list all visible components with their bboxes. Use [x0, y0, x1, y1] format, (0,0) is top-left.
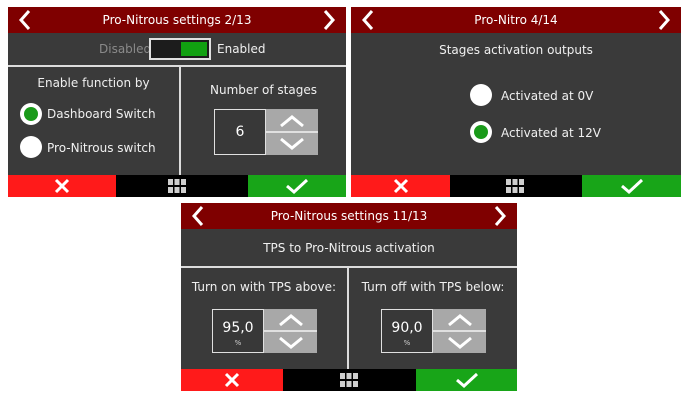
turn-on-increment-button[interactable]	[264, 309, 317, 330]
toggle-off-label: Disabled	[99, 42, 152, 56]
option-label: Activated at 12V	[501, 126, 601, 140]
turn-off-decrement-button[interactable]	[433, 332, 486, 353]
grid-menu-icon	[340, 373, 358, 387]
stages-increment-button[interactable]	[266, 109, 318, 132]
turn-on-value: 95,0	[222, 320, 254, 336]
x-icon	[393, 178, 408, 194]
next-button[interactable]	[316, 8, 340, 32]
x-icon	[54, 178, 70, 194]
turn-on-label: Turn on with TPS above:	[191, 280, 337, 294]
chevron-left-icon	[18, 10, 31, 30]
check-icon	[455, 372, 478, 388]
confirm-button[interactable]	[248, 175, 346, 197]
confirm-button[interactable]	[416, 369, 517, 391]
turn-off-value-box: 90,0 %	[381, 309, 433, 353]
title-bar: Pro-Nitrous settings 2/13	[8, 7, 346, 33]
chevron-down-icon	[447, 336, 472, 349]
prev-button[interactable]	[14, 8, 38, 32]
chevron-up-icon	[278, 313, 303, 326]
confirm-button[interactable]	[582, 175, 681, 197]
bottom-action-bar	[8, 175, 346, 197]
toggle-knob	[181, 42, 207, 56]
stages-heading: Number of stages	[210, 83, 317, 97]
radio-activated-0v[interactable]	[470, 84, 492, 106]
chevron-down-icon	[278, 336, 303, 349]
check-icon	[286, 178, 309, 194]
menu-button[interactable]	[340, 373, 358, 387]
option-label: Pro-Nitrous switch	[47, 141, 156, 155]
stages-value: 6	[235, 124, 245, 140]
chevron-right-icon	[494, 206, 507, 226]
menu-button[interactable]	[506, 179, 524, 193]
grid-menu-icon	[168, 179, 186, 193]
screen-pro-nitro-4: Pro-Nitro 4/14 Stages activation outputs…	[351, 7, 681, 197]
chevron-down-icon	[280, 137, 304, 150]
stages-decrement-button[interactable]	[266, 133, 318, 155]
option-label: Activated at 0V	[501, 89, 594, 103]
chevron-up-icon	[280, 114, 304, 127]
screen-title: Pro-Nitrous settings 11/13	[270, 209, 428, 223]
chevron-left-icon	[191, 206, 204, 226]
cancel-button[interactable]	[351, 175, 450, 197]
radio-pro-nitrous-switch[interactable]	[20, 136, 42, 158]
chevron-right-icon	[658, 10, 671, 30]
enable-function-heading: Enable function by	[37, 76, 150, 90]
turn-on-unit: %	[234, 339, 242, 347]
screen-pro-nitrous-settings-11: Pro-Nitrous settings 11/13 TPS to Pro-Ni…	[181, 203, 517, 391]
bottom-action-bar	[181, 369, 517, 391]
title-bar: Pro-Nitro 4/14	[351, 7, 681, 33]
turn-on-value-box: 95,0 %	[212, 309, 264, 353]
screen-pro-nitrous-settings-2: Pro-Nitrous settings 2/13 Disabled Enabl…	[8, 7, 346, 197]
chevron-left-icon	[361, 10, 374, 30]
title-bar: Pro-Nitrous settings 11/13	[181, 203, 517, 229]
cancel-button[interactable]	[8, 175, 116, 197]
enable-toggle[interactable]	[149, 38, 211, 60]
prev-button[interactable]	[357, 8, 381, 32]
stages-value-box: 6	[214, 109, 266, 155]
next-button[interactable]	[651, 8, 675, 32]
next-button[interactable]	[487, 204, 511, 228]
turn-off-value: 90,0	[391, 320, 423, 336]
screen-title: Pro-Nitro 4/14	[474, 13, 558, 27]
menu-button[interactable]	[168, 179, 186, 193]
cancel-button[interactable]	[181, 369, 283, 391]
bottom-action-bar	[351, 175, 681, 197]
turn-off-increment-button[interactable]	[433, 309, 486, 330]
toggle-on-label: Enabled	[217, 42, 266, 56]
prev-button[interactable]	[187, 204, 211, 228]
chevron-right-icon	[323, 10, 336, 30]
grid-menu-icon	[506, 179, 524, 193]
screen-title: Pro-Nitrous settings 2/13	[102, 13, 252, 27]
turn-off-label: Turn off with TPS below:	[361, 280, 505, 294]
turn-on-decrement-button[interactable]	[264, 332, 317, 353]
turn-off-unit: %	[403, 339, 411, 347]
check-icon	[620, 178, 643, 194]
chevron-up-icon	[447, 313, 472, 326]
x-icon	[224, 372, 240, 388]
divider	[181, 266, 517, 268]
radio-activated-12v[interactable]	[470, 121, 492, 143]
divider	[8, 65, 346, 67]
radio-dashboard-switch[interactable]	[20, 103, 42, 125]
tps-activation-heading: TPS to Pro-Nitrous activation	[263, 241, 435, 255]
option-label: Dashboard Switch	[47, 107, 156, 121]
activation-outputs-heading: Stages activation outputs	[439, 43, 593, 57]
